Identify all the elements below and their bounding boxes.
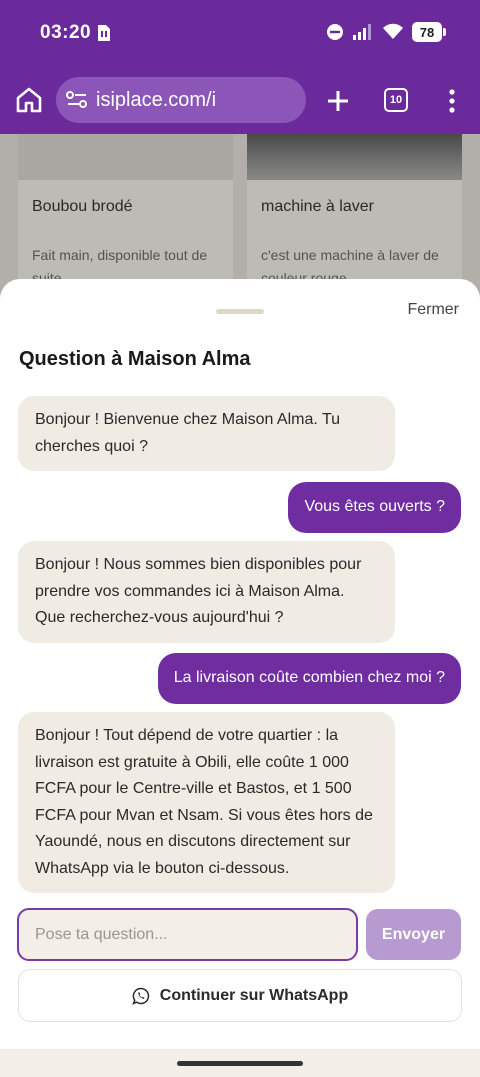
bot-message: Bonjour ! Nous sommes bien disponibles p…: [18, 541, 395, 643]
status-icons: 78: [326, 22, 446, 42]
wifi-icon: [383, 23, 403, 39]
whatsapp-button-label: Continuer sur WhatsApp: [159, 986, 349, 1004]
sheet-title: Question à Maison Alma: [19, 348, 251, 370]
home-indicator[interactable]: [177, 1061, 303, 1066]
whatsapp-button[interactable]: Continuer sur WhatsApp: [18, 969, 462, 1022]
user-message: Vous êtes ouverts ?: [288, 482, 461, 533]
tab-switcher-button[interactable]: 10: [384, 88, 408, 112]
chat-sheet: Fermer Question à Maison Alma Bonjour ! …: [0, 279, 480, 1049]
question-input-wrapper: [17, 908, 358, 961]
new-tab-icon[interactable]: [322, 85, 354, 117]
status-bar: 03:20 78: [0, 0, 480, 68]
signal-icon: [353, 24, 371, 40]
url-bar[interactable]: isiplace.com/i: [56, 77, 306, 123]
close-button[interactable]: Fermer: [407, 301, 459, 319]
bot-message: Bonjour ! Bienvenue chez Maison Alma. Tu…: [18, 396, 395, 471]
bot-message: Bonjour ! Tout dépend de votre quartier …: [18, 712, 395, 893]
status-time: 03:20: [40, 22, 92, 43]
home-icon[interactable]: [14, 85, 44, 115]
sim-card-icon: [98, 25, 110, 41]
url-text: isiplace.com/i: [96, 88, 217, 111]
question-input[interactable]: [35, 925, 356, 944]
browser-toolbar: isiplace.com/i 10: [0, 68, 480, 134]
user-message: La livraison coûte combien chez moi ?: [157, 653, 461, 704]
do-not-disturb-icon: [327, 24, 343, 40]
send-button[interactable]: Envoyer: [366, 909, 461, 960]
more-menu-icon[interactable]: [440, 86, 464, 116]
battery-icon: 78: [412, 22, 446, 42]
site-settings-icon[interactable]: [66, 90, 88, 110]
drag-handle[interactable]: [216, 309, 264, 314]
whatsapp-icon: [131, 987, 149, 1005]
